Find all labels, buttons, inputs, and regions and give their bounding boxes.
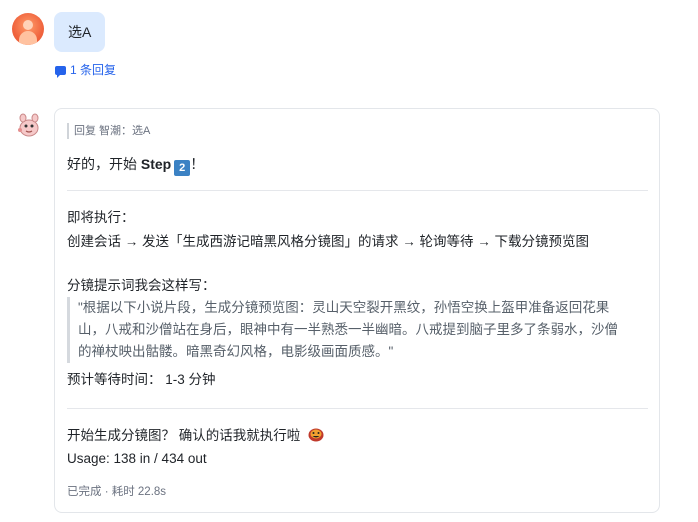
prompt-line: "根据以下小说片段，生成分镜预览图：灵山天空裂开黑纹，孙悟空换上盔甲准备返回花果	[78, 300, 610, 315]
greeting-step: Step	[140, 156, 172, 172]
prompt-line: 的禅杖映出骷髅。暗黑奇幻风格，电影级画面质感。"	[78, 344, 394, 359]
completion-status: 已完成 · 耗时 22.8s	[67, 486, 167, 498]
reply-count-label: 1 条回复	[70, 63, 117, 77]
divider	[67, 190, 648, 191]
wait-time: 预计等待时间： 1-3 分钟	[67, 372, 216, 387]
step-number-badge: 2	[174, 160, 191, 176]
chat-thread: 选A 1 条回复 回复 智潮：选A 好的，开始 Step 2！ 即将执行： 创建会…	[0, 0, 698, 522]
reply-count-link[interactable]: 1 条回复	[55, 62, 116, 78]
avatar-body	[19, 31, 37, 45]
confirm-question: 开始生成分镜图？ 确认的话我就执行啦	[67, 428, 301, 443]
user-message-bubble: 选A	[54, 12, 106, 52]
comment-icon	[55, 65, 66, 78]
prompt-intro: 分镜提示词我会这样写：	[67, 278, 216, 293]
reply-quote: 回复 智潮：选A	[67, 123, 150, 139]
usage-stats: Usage: 138 in / 434 out	[67, 451, 207, 466]
prompt-line: 山，八戒和沙僧站在身后，眼神中有一半熟悉一半幽暗。八戒提到脑子里多了条弱水，沙僧	[78, 322, 618, 337]
execution-flow: 创建会话 → 发送「生成西游记暗黑风格分镜图」的请求 → 轮询等待 → 下载分镜…	[67, 234, 590, 249]
grinning-face-icon	[308, 428, 324, 442]
confirm-line: 开始生成分镜图？ 确认的话我就执行啦	[67, 426, 324, 446]
greeting-line: 好的，开始 Step 2！	[67, 154, 204, 176]
about-to-execute-label: 即将执行：	[67, 210, 135, 225]
avatar-head	[23, 20, 33, 30]
prompt-blockquote: "根据以下小说片段，生成分镜预览图：灵山天空裂开黑纹，孙悟空换上盔甲准备返回花果…	[67, 297, 647, 363]
divider	[67, 408, 648, 409]
greeting-prefix: 好的，开始	[67, 156, 141, 172]
bot-avatar[interactable]	[16, 112, 42, 138]
user-avatar[interactable]	[12, 13, 44, 45]
greeting-suffix: ！	[190, 156, 205, 172]
